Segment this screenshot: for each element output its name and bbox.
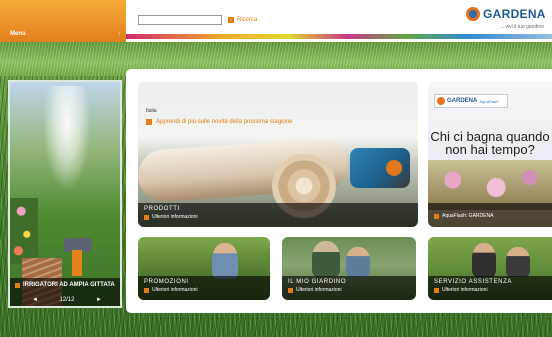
news-link-text: Apprendi di più sulle novità della pross… — [156, 119, 293, 125]
news-link[interactable]: Apprendi di più sulle novità della pross… — [146, 118, 336, 126]
bullet-icon — [146, 119, 152, 125]
service-footer: SERVIZIO ASSISTENZA Ulteriori informazio… — [428, 276, 552, 300]
chevron-right-icon: › — [118, 31, 120, 37]
previous-icon[interactable]: ◄ — [32, 297, 38, 303]
gardena-mark-icon — [437, 97, 445, 105]
menu-tab[interactable]: Menu › — [0, 0, 126, 42]
service-more-text: Ulteriori informazioni — [442, 287, 488, 293]
search-button[interactable]: › Ricerca — [228, 15, 257, 25]
feature-panel[interactable]: IRRIGATORI AD AMPIA GITTATA ◄ 12/12 ► — [8, 80, 122, 308]
aquaflash-headline: Chi ci bagna quando non hai tempo? — [430, 129, 550, 157]
bullet-icon — [144, 214, 149, 220]
feature-caption[interactable]: IRRIGATORI AD AMPIA GITTATA ◄ 12/12 ► — [10, 278, 120, 306]
feature-title-row: IRRIGATORI AD AMPIA GITTATA — [15, 282, 115, 289]
products-info: Italia Apprendi di più sulle novità dell… — [146, 108, 336, 126]
next-icon[interactable]: ► — [96, 297, 102, 303]
menu-label: Menu — [10, 31, 26, 37]
promotions-title: PROMOZIONI — [144, 279, 189, 285]
aquaflash-footer: AquaFlash: GARDENA — [428, 203, 552, 227]
products-tile[interactable]: Italia Apprendi di più sulle novità dell… — [138, 82, 418, 227]
aquaflash-tile[interactable]: GARDENA AquaFlash Chi ci bagna quando no… — [428, 82, 552, 227]
arrow-right-icon: › — [228, 17, 234, 23]
sprinkler-photo: IRRIGATORI AD AMPIA GITTATA ◄ 12/12 ► — [10, 82, 120, 306]
logo-text: GARDENA — [483, 7, 546, 21]
products-more-text: Ulteriori informazioni — [152, 214, 198, 220]
feature-pager: ◄ 12/12 ► — [32, 297, 102, 303]
my-garden-more-link[interactable]: Ulteriori informazioni — [288, 287, 410, 293]
gardena-mark-icon — [466, 7, 480, 21]
gardena-logo[interactable]: GARDENA ... vivi il tuo giardino — [466, 7, 548, 35]
my-garden-more-text: Ulteriori informazioni — [296, 287, 342, 293]
bullet-icon — [144, 287, 149, 293]
person-figure — [472, 243, 496, 277]
chainsaw-cap — [386, 160, 402, 176]
color-stripe — [126, 34, 552, 39]
person-figure — [346, 247, 370, 277]
aquaflash-brand-text: GARDENA — [447, 98, 478, 104]
water-spray — [32, 86, 102, 236]
products-footer: PRODOTTI Ulteriori informazioni — [138, 203, 418, 227]
search-button-label: Ricerca — [237, 17, 258, 23]
search-input[interactable] — [138, 15, 222, 25]
sprinkler-base — [72, 250, 82, 276]
bullet-icon — [288, 287, 293, 293]
bullet-icon — [434, 213, 439, 219]
service-more-link[interactable]: Ulteriori informazioni — [434, 287, 546, 293]
bullet-icon — [434, 287, 439, 293]
products-title: PRODOTTI — [144, 206, 180, 212]
bullet-icon — [15, 283, 20, 288]
main-panel: Italia Apprendi di più sulle novità dell… — [126, 69, 552, 313]
feature-title: IRRIGATORI AD AMPIA GITTATA — [23, 282, 115, 288]
aquaflash-brand-sub: AquaFlash — [479, 98, 499, 104]
aquaflash-link[interactable]: AquaFlash: GARDENA — [434, 213, 546, 219]
logo-tagline: ... vivi il tuo giardino — [500, 24, 544, 30]
person-figure — [312, 241, 340, 277]
person-figure — [212, 243, 238, 279]
promotions-tile[interactable]: PROMOZIONI Ulteriori informazioni — [138, 237, 270, 300]
aquaflash-link-text: AquaFlash: GARDENA — [442, 213, 494, 219]
promotions-more-link[interactable]: Ulteriori informazioni — [144, 287, 264, 293]
flower-bed — [10, 198, 38, 264]
promotions-footer: PROMOZIONI Ulteriori informazioni — [138, 276, 270, 300]
promotions-more-text: Ulteriori informazioni — [152, 287, 198, 293]
service-title: SERVIZIO ASSISTENZA — [434, 279, 512, 285]
service-tile[interactable]: SERVIZIO ASSISTENZA Ulteriori informazio… — [428, 237, 552, 300]
pager-count: 12/12 — [59, 297, 75, 303]
aquaflash-brand: GARDENA AquaFlash — [434, 94, 508, 108]
language-label[interactable]: Italia — [146, 108, 336, 114]
my-garden-title: IL MIO GIARDINO — [288, 279, 347, 285]
person-figure — [506, 247, 530, 277]
my-garden-tile[interactable]: IL MIO GIARDINO Ulteriori informazioni — [282, 237, 416, 300]
top-bar: Menu › › Ricerca GARDENA ... vivi il tuo… — [0, 0, 552, 42]
products-more-link[interactable]: Ulteriori informazioni — [144, 214, 412, 220]
my-garden-footer: IL MIO GIARDINO Ulteriori informazioni — [282, 276, 416, 300]
